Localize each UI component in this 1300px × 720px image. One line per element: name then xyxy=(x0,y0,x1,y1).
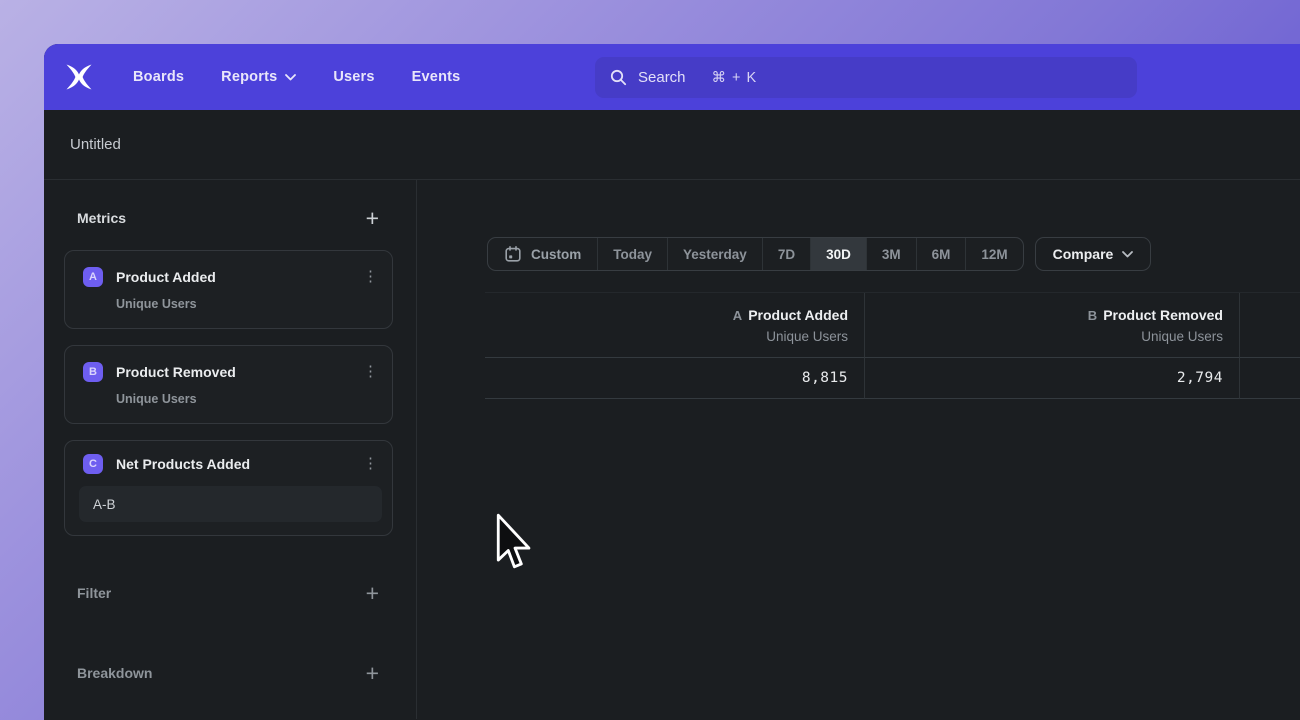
date-range-picker: Custom Today Yesterday 7D 30D 3M 6M 12M xyxy=(487,237,1024,271)
column-header-a-title-row: A Product Added xyxy=(733,307,848,323)
breakdown-section-label: Breakdown xyxy=(77,665,152,681)
metric-name-a: Product Added xyxy=(116,269,216,285)
metric-card-b[interactable]: B Product Removed ⋮ Unique Users xyxy=(64,345,393,424)
formula-input[interactable]: A-B xyxy=(79,486,382,522)
metric-card-c-top: C Net Products Added ⋮ xyxy=(83,454,378,474)
app-window: Boards Reports Users Events Search ⌘ + K… xyxy=(44,44,1300,720)
column-badge-b: B xyxy=(1088,308,1097,323)
column-title-a: Product Added xyxy=(748,307,848,323)
date-controls: Custom Today Yesterday 7D 30D 3M 6M 12M … xyxy=(487,237,1151,271)
metric-card-a-top: A Product Added ⋮ xyxy=(83,267,378,287)
breakdown-section: Breakdown + xyxy=(64,663,393,683)
results-table: A Product Added Unique Users B Product R… xyxy=(485,292,1300,399)
column-subtitle-b: Unique Users xyxy=(1141,329,1223,344)
kebab-menu-icon[interactable]: ⋮ xyxy=(363,270,378,284)
nav-item-events[interactable]: Events xyxy=(412,69,461,85)
date-range-custom[interactable]: Custom xyxy=(488,238,597,270)
metric-badge-a: A xyxy=(83,267,103,287)
search-shortcut: ⌘ + K xyxy=(712,70,758,86)
kebab-menu-icon[interactable]: ⋮ xyxy=(363,365,378,379)
metrics-section-title: Metrics xyxy=(77,210,126,226)
kebab-menu-icon[interactable]: ⋮ xyxy=(363,457,378,471)
column-header-a: A Product Added Unique Users xyxy=(485,293,865,358)
metric-measure-b: Unique Users xyxy=(116,392,378,407)
value-cell-empty xyxy=(1240,358,1300,399)
date-range-6m[interactable]: 6M xyxy=(916,238,966,270)
column-header-b: B Product Removed Unique Users xyxy=(865,293,1240,358)
metric-measure-a: Unique Users xyxy=(116,297,378,312)
main-content: Custom Today Yesterday 7D 30D 3M 6M 12M … xyxy=(417,180,1300,719)
nav-item-boards[interactable]: Boards xyxy=(133,69,184,85)
column-header-b-title-row: B Product Removed xyxy=(1088,307,1223,323)
date-range-today[interactable]: Today xyxy=(597,238,667,270)
primary-nav: Boards Reports Users Events xyxy=(133,69,460,85)
date-range-yesterday[interactable]: Yesterday xyxy=(667,238,762,270)
nav-item-reports[interactable]: Reports xyxy=(221,69,296,85)
filter-section: Filter + xyxy=(64,583,393,603)
date-range-7d[interactable]: 7D xyxy=(762,238,810,270)
date-range-3m[interactable]: 3M xyxy=(866,238,916,270)
query-sidebar: Metrics + A Product Added ⋮ Unique Users… xyxy=(44,180,417,719)
desktop-background: Boards Reports Users Events Search ⌘ + K… xyxy=(0,0,1300,720)
search-input[interactable]: Search ⌘ + K xyxy=(595,57,1137,98)
search-icon xyxy=(610,69,627,86)
app-body: Metrics + A Product Added ⋮ Unique Users… xyxy=(44,180,1300,719)
calendar-icon xyxy=(504,245,522,263)
nav-item-users[interactable]: Users xyxy=(333,69,374,85)
metric-badge-c: C xyxy=(83,454,103,474)
nav-item-reports-label: Reports xyxy=(221,69,277,85)
metrics-section-header: Metrics + xyxy=(64,208,393,228)
search-placeholder: Search xyxy=(638,69,686,86)
compare-button[interactable]: Compare xyxy=(1035,237,1152,271)
column-badge-a: A xyxy=(733,308,742,323)
chevron-down-icon xyxy=(285,74,296,81)
column-title-b: Product Removed xyxy=(1103,307,1223,323)
value-cell-b: 2,794 xyxy=(865,358,1240,399)
top-navbar: Boards Reports Users Events Search ⌘ + K xyxy=(44,44,1300,110)
add-metric-plus-icon[interactable]: + xyxy=(366,208,379,228)
metric-name-c: Net Products Added xyxy=(116,456,250,472)
date-range-30d-selected[interactable]: 30D xyxy=(810,238,866,270)
mixpanel-logo[interactable] xyxy=(64,62,94,92)
metric-badge-b: B xyxy=(83,362,103,382)
date-range-custom-label: Custom xyxy=(531,247,581,262)
report-header: Untitled xyxy=(44,110,1300,180)
filter-section-label: Filter xyxy=(77,585,111,601)
chevron-down-icon xyxy=(1122,251,1133,258)
metric-card-b-top: B Product Removed ⋮ xyxy=(83,362,378,382)
date-range-12m[interactable]: 12M xyxy=(965,238,1022,270)
metric-card-c[interactable]: C Net Products Added ⋮ A-B xyxy=(64,440,393,536)
column-header-empty xyxy=(1240,293,1300,358)
add-breakdown-plus-icon[interactable]: + xyxy=(366,663,379,683)
report-title[interactable]: Untitled xyxy=(70,136,121,153)
value-cell-a: 8,815 xyxy=(485,358,865,399)
add-filter-plus-icon[interactable]: + xyxy=(366,583,379,603)
metric-card-a[interactable]: A Product Added ⋮ Unique Users xyxy=(64,250,393,329)
metric-name-b: Product Removed xyxy=(116,364,236,380)
column-subtitle-a: Unique Users xyxy=(766,329,848,344)
compare-button-label: Compare xyxy=(1053,246,1114,262)
